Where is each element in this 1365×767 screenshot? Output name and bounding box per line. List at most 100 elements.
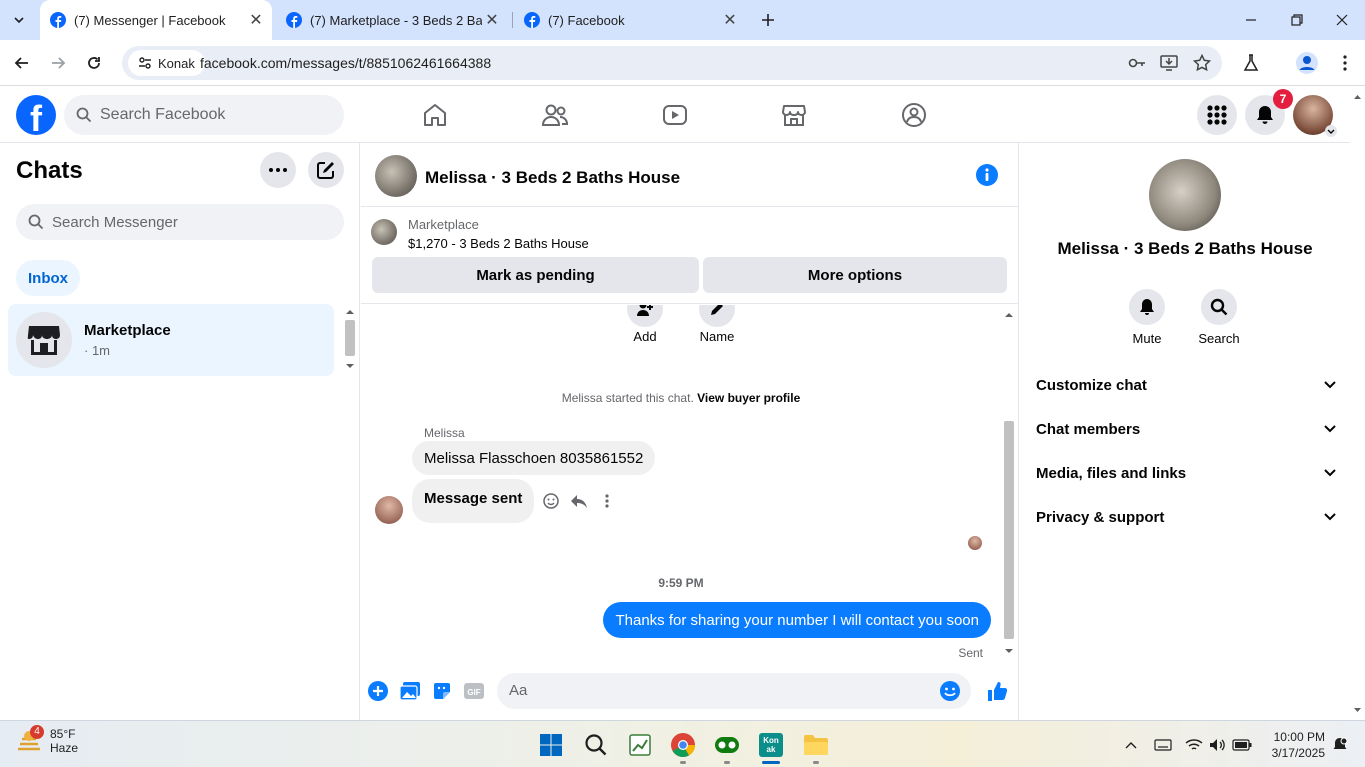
name-action[interactable]: Name bbox=[687, 305, 747, 344]
emoji-icon[interactable] bbox=[939, 680, 961, 702]
chat-options-button[interactable] bbox=[260, 152, 296, 188]
taskbar-app-game[interactable] bbox=[712, 730, 742, 760]
taskbar-app-chrome[interactable] bbox=[668, 730, 698, 760]
more-options-button[interactable]: More options bbox=[703, 257, 1007, 293]
site-info-chip[interactable]: Konak bbox=[128, 50, 205, 76]
customize-chat-section[interactable]: Customize chat bbox=[1036, 367, 1336, 403]
details-avatar[interactable] bbox=[1149, 159, 1221, 231]
nav-watch[interactable] bbox=[655, 99, 695, 131]
wifi-icon[interactable] bbox=[1184, 735, 1204, 755]
tab-separator bbox=[512, 12, 513, 28]
keyboard-icon[interactable] bbox=[1153, 735, 1173, 755]
thumbs-up-icon[interactable] bbox=[983, 679, 1011, 703]
add-action[interactable]: Add bbox=[615, 305, 675, 344]
notifications-button[interactable]: 7 bbox=[1245, 89, 1293, 135]
listing-title[interactable]: $1,270 - 3 Beds 2 Baths House bbox=[408, 236, 589, 251]
react-emoji-icon[interactable] bbox=[541, 491, 561, 511]
browser-menu-icon[interactable] bbox=[1334, 52, 1356, 74]
forward-button[interactable] bbox=[44, 49, 72, 77]
taskbar-app-spreadsheet[interactable] bbox=[625, 730, 655, 760]
svg-text:Kon: Kon bbox=[763, 736, 779, 745]
nav-marketplace[interactable] bbox=[774, 99, 814, 131]
conversation-pane: Melissa · 3 Beds 2 Baths House Marketpla… bbox=[361, 143, 1019, 720]
menu-button[interactable] bbox=[1197, 95, 1237, 135]
inbox-filter-tab[interactable]: Inbox bbox=[16, 260, 80, 296]
incoming-message[interactable]: Message sent bbox=[412, 479, 535, 523]
close-tab-icon[interactable]: ✕ bbox=[720, 10, 740, 30]
volume-icon[interactable] bbox=[1208, 735, 1228, 755]
new-message-button[interactable] bbox=[308, 152, 344, 188]
messenger-search-input[interactable]: Search Messenger bbox=[16, 204, 344, 240]
profile-icon[interactable] bbox=[1296, 52, 1318, 74]
chevron-down-icon bbox=[1325, 125, 1337, 137]
tab-marketplace[interactable]: (7) Marketplace - 3 Beds 2 Bath ✕ bbox=[276, 0, 508, 40]
outgoing-message[interactable]: Thanks for sharing your number I will co… bbox=[603, 602, 991, 638]
details-name: Melissa · 3 Beds 2 Baths House bbox=[1057, 239, 1313, 258]
forward-arrow-icon bbox=[52, 57, 66, 69]
account-avatar[interactable] bbox=[1293, 95, 1337, 137]
chat-list-item[interactable]: Marketplace · 1m bbox=[8, 304, 334, 376]
gif-icon[interactable]: GIF bbox=[462, 679, 486, 703]
message-composer: GIF Aa bbox=[361, 673, 1019, 713]
page-scrollbar[interactable] bbox=[1350, 87, 1365, 720]
site-chip-label: Konak bbox=[158, 55, 195, 71]
close-tab-icon[interactable]: ✕ bbox=[246, 10, 266, 30]
groups-icon bbox=[902, 103, 926, 127]
nav-groups[interactable] bbox=[894, 99, 934, 131]
sticker-icon[interactable] bbox=[430, 679, 454, 703]
facebook-favicon-icon bbox=[524, 12, 540, 28]
minimize-button[interactable] bbox=[1228, 0, 1274, 40]
password-key-icon[interactable] bbox=[1126, 52, 1148, 74]
reply-icon[interactable] bbox=[569, 491, 589, 511]
tab-facebook[interactable]: (7) Facebook ✕ bbox=[514, 0, 746, 40]
sender-avatar[interactable] bbox=[375, 496, 403, 524]
more-vertical-icon[interactable] bbox=[597, 491, 617, 511]
nav-friends[interactable] bbox=[535, 99, 575, 131]
tab-search-button[interactable] bbox=[2, 0, 36, 40]
start-button[interactable] bbox=[536, 730, 566, 760]
conversation-title[interactable]: Melissa · 3 Beds 2 Baths House bbox=[425, 168, 680, 188]
weather-widget[interactable]: 4 85°F Haze bbox=[16, 725, 78, 755]
close-window-button[interactable] bbox=[1319, 0, 1365, 40]
media-files-links-section[interactable]: Media, files and links bbox=[1036, 455, 1336, 491]
close-tab-icon[interactable]: ✕ bbox=[482, 10, 502, 30]
search-action[interactable]: Search bbox=[1189, 289, 1249, 346]
compose-icon bbox=[317, 162, 334, 179]
battery-icon[interactable] bbox=[1232, 735, 1252, 755]
message-input[interactable]: Aa bbox=[497, 673, 971, 709]
facebook-logo-icon[interactable]: f bbox=[16, 95, 56, 135]
message-status: Sent bbox=[958, 646, 983, 660]
back-button[interactable] bbox=[8, 49, 36, 77]
listing-thumbnail[interactable] bbox=[371, 219, 397, 245]
plus-circle-icon[interactable] bbox=[366, 679, 390, 703]
privacy-support-section[interactable]: Privacy & support bbox=[1036, 499, 1336, 535]
view-buyer-profile-link[interactable]: View buyer profile bbox=[697, 391, 800, 405]
tab-messenger[interactable]: (7) Messenger | Facebook ✕ bbox=[40, 0, 272, 40]
photo-icon[interactable] bbox=[398, 679, 422, 703]
install-app-icon[interactable] bbox=[1158, 52, 1180, 74]
new-tab-button[interactable] bbox=[752, 0, 784, 40]
messages-scrollbar[interactable] bbox=[1001, 305, 1017, 661]
mark-as-pending-button[interactable]: Mark as pending bbox=[372, 257, 699, 293]
taskbar-search-button[interactable] bbox=[581, 730, 611, 760]
system-clock[interactable]: 10:00 PM 3/17/2025 bbox=[1272, 729, 1325, 761]
weather-badge: 4 bbox=[30, 725, 44, 739]
incoming-message[interactable]: Melissa Flasschoen 8035861552 bbox=[412, 441, 656, 475]
sidebar-scrollbar[interactable] bbox=[342, 304, 358, 374]
reload-button[interactable] bbox=[80, 49, 108, 77]
notification-center-icon[interactable] bbox=[1330, 735, 1350, 755]
taskbar-app-konak[interactable]: Kon ak bbox=[756, 730, 786, 760]
show-hidden-icons-button[interactable] bbox=[1121, 735, 1141, 755]
maximize-button[interactable] bbox=[1274, 0, 1320, 40]
url-text[interactable]: facebook.com/messages/t/8851062461664388 bbox=[200, 55, 491, 71]
labs-flask-icon[interactable] bbox=[1240, 52, 1262, 74]
facebook-search-input[interactable]: Search Facebook bbox=[64, 95, 344, 135]
omnibox[interactable]: Konak facebook.com/messages/t/8851062461… bbox=[122, 46, 1222, 80]
chat-members-section[interactable]: Chat members bbox=[1036, 411, 1336, 447]
nav-home[interactable] bbox=[415, 99, 455, 131]
conversation-avatar[interactable] bbox=[375, 155, 417, 197]
taskbar-app-file-explorer[interactable] bbox=[801, 730, 831, 760]
bookmark-star-icon[interactable] bbox=[1191, 52, 1213, 74]
info-icon[interactable] bbox=[975, 163, 999, 187]
mute-action[interactable]: Mute bbox=[1117, 289, 1177, 346]
